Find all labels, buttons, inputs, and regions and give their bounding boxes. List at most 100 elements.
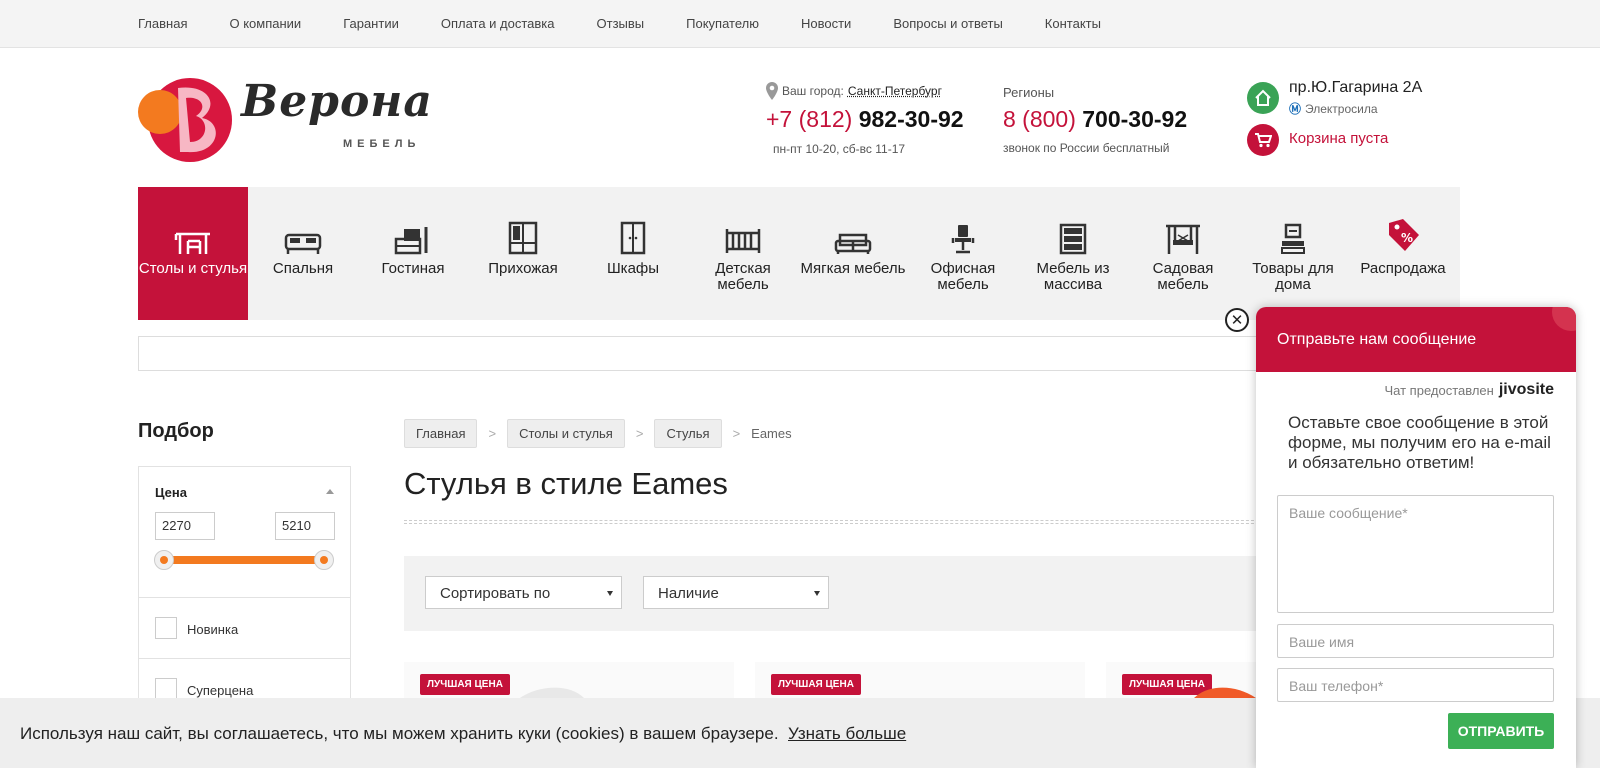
breadcrumb-current: Eames xyxy=(751,426,792,441)
breadcrumb-separator-icon: > xyxy=(635,426,644,441)
category-tables-chairs[interactable]: Столы и стулья xyxy=(138,187,248,320)
price-slider-track[interactable] xyxy=(164,556,324,564)
stock-select[interactable]: Наличие xyxy=(643,576,829,609)
best-price-badge: ЛУЧШАЯ ЦЕНА xyxy=(420,674,510,695)
hallway-cabinet-icon xyxy=(508,217,538,255)
chat-name-field[interactable]: Ваше имя xyxy=(1277,624,1554,658)
category-garden[interactable]: Садовая мебель xyxy=(1128,187,1238,320)
city-name[interactable]: Санкт-Петербург xyxy=(848,84,942,98)
category-upholstered[interactable]: Мягкая мебель xyxy=(798,187,908,320)
top-nav-for-buyer[interactable]: Покупателю xyxy=(686,16,759,31)
category-sale[interactable]: % Распродажа xyxy=(1348,187,1458,320)
cookie-learn-more-link[interactable]: Узнать больше xyxy=(788,724,906,744)
category-label: Столы и стулья xyxy=(138,260,248,277)
price-max-input[interactable]: 5210 xyxy=(275,512,335,540)
price-min-input[interactable]: 2270 xyxy=(155,512,215,540)
jivosite-logo[interactable]: jivosite xyxy=(1499,381,1554,399)
home-goods-icon xyxy=(1279,217,1307,255)
category-living-room[interactable]: Гостиная xyxy=(358,187,468,320)
site-logo[interactable]: Верона МЕБЕЛЬ xyxy=(138,70,438,166)
top-nav-reviews[interactable]: Отзывы xyxy=(597,16,645,31)
phone-regions-code: 8 (800) xyxy=(1003,106,1076,132)
chat-phone-field[interactable]: Ваш телефон* xyxy=(1277,668,1554,702)
store-address[interactable]: пр.Ю.Гагарина 2А xyxy=(1289,79,1422,97)
category-bedroom[interactable]: Спальня xyxy=(248,187,358,320)
breadcrumb-separator-icon: > xyxy=(488,426,497,441)
table-chair-icon xyxy=(174,217,212,255)
top-nav-faq[interactable]: Вопросы и ответы xyxy=(893,16,1002,31)
category-label: Прихожая xyxy=(488,260,558,277)
category-hallway[interactable]: Прихожая xyxy=(468,187,578,320)
phone-regions[interactable]: 8 (800) 700-30-92 xyxy=(1003,106,1187,133)
category-kids[interactable]: Детская мебель xyxy=(688,187,798,320)
category-nav: Столы и стулья Спальня Гостиная Прихожая… xyxy=(138,187,1460,320)
checkbox-new-label: Новинка xyxy=(187,622,239,637)
breadcrumb: Главная > Столы и стулья > Стулья > Eame… xyxy=(404,419,792,448)
office-chair-icon xyxy=(951,217,975,255)
category-wardrobes[interactable]: Шкафы xyxy=(578,187,688,320)
top-nav-home[interactable]: Главная xyxy=(138,16,187,31)
phone-spb[interactable]: +7 (812) 982-30-92 xyxy=(766,106,964,133)
top-nav-about[interactable]: О компании xyxy=(229,16,301,31)
phone-regions-number: 700-30-92 xyxy=(1082,106,1188,132)
breadcrumb-chairs[interactable]: Стулья xyxy=(654,419,722,448)
logo-subtitle: МЕБЕЛЬ xyxy=(343,138,421,150)
price-slider-max-handle[interactable] xyxy=(314,550,334,570)
sort-select-value: Сортировать по xyxy=(440,585,551,602)
garden-swing-icon xyxy=(1164,217,1202,255)
divider xyxy=(139,597,350,598)
collapse-caret-icon[interactable] xyxy=(326,489,334,494)
map-pin-icon xyxy=(766,82,778,100)
checkbox-new[interactable] xyxy=(155,617,177,639)
breadcrumb-tables-chairs[interactable]: Столы и стулья xyxy=(507,419,625,448)
top-nav-news[interactable]: Новости xyxy=(801,16,851,31)
chat-close-icon[interactable]: ✕ xyxy=(1225,308,1249,332)
category-office[interactable]: Офисная мебель xyxy=(908,187,1018,320)
price-slider-min-handle[interactable] xyxy=(154,550,174,570)
chat-message-field[interactable]: Ваше сообщение* xyxy=(1277,495,1554,613)
best-price-badge: ЛУЧШАЯ ЦЕНА xyxy=(771,674,861,695)
city-selector[interactable]: Ваш город: Санкт-Петербург xyxy=(766,82,942,100)
free-call-note: звонок по России бесплатный xyxy=(1003,141,1170,155)
category-label: Распродажа xyxy=(1360,260,1446,277)
metro-station: Ⓜ Электросила xyxy=(1289,100,1378,117)
chat-header: Отправьте нам сообщение xyxy=(1256,307,1576,372)
chat-provided-text: Чат предоставлен xyxy=(1384,382,1494,398)
category-label: Офисная мебель xyxy=(930,260,996,293)
drawer-chest-icon xyxy=(1059,217,1087,255)
chat-send-button[interactable]: ОТПРАВИТЬ xyxy=(1448,713,1554,749)
phone-spb-code: +7 (812) xyxy=(766,106,853,132)
logo-word: Верона xyxy=(241,76,433,127)
category-solid-wood[interactable]: Мебель из массива xyxy=(1018,187,1128,320)
category-label: Гостиная xyxy=(381,260,445,277)
sale-tag-icon: % xyxy=(1383,217,1423,255)
checkbox-superprice[interactable] xyxy=(155,678,177,700)
sort-select[interactable]: Сортировать по xyxy=(425,576,622,609)
metro-name: Электросила xyxy=(1305,101,1378,116)
breadcrumb-home[interactable]: Главная xyxy=(404,419,478,448)
city-label: Ваш город: xyxy=(782,84,844,98)
tv-stand-icon xyxy=(394,217,432,255)
chat-widget: Отправьте нам сообщение Чат предоставлен… xyxy=(1256,307,1576,768)
chat-intro: Оставьте свое сообщение в этой форме, мы… xyxy=(1288,413,1551,472)
category-label: Садовая мебель xyxy=(1152,260,1214,293)
top-nav-contacts[interactable]: Контакты xyxy=(1045,16,1101,31)
category-label: Спальня xyxy=(272,260,334,277)
top-nav-guarantees[interactable]: Гарантии xyxy=(343,16,399,31)
checkbox-superprice-label: Суперцена xyxy=(187,683,254,698)
phone-spb-number: 982-30-92 xyxy=(858,106,964,132)
svg-text:%: % xyxy=(1401,231,1413,245)
home-icon xyxy=(1247,82,1279,114)
metro-icon: Ⓜ xyxy=(1289,102,1302,116)
top-nav-payment-delivery[interactable]: Оплата и доставка xyxy=(441,16,555,31)
wardrobe-icon xyxy=(620,217,646,255)
category-label: Мебель из массива xyxy=(1036,260,1110,293)
category-label: Товары для дома xyxy=(1252,260,1334,293)
category-home-goods[interactable]: Товары для дома xyxy=(1238,187,1348,320)
cart-icon[interactable] xyxy=(1247,124,1279,156)
cookie-text: Используя наш сайт, вы соглашаетесь, что… xyxy=(20,724,779,743)
working-hours: пн-пт 10-20, сб-вс 11-17 xyxy=(773,142,906,156)
cart-status[interactable]: Корзина пуста xyxy=(1289,130,1388,147)
sofa-icon xyxy=(834,217,872,255)
bed-icon xyxy=(284,217,322,255)
